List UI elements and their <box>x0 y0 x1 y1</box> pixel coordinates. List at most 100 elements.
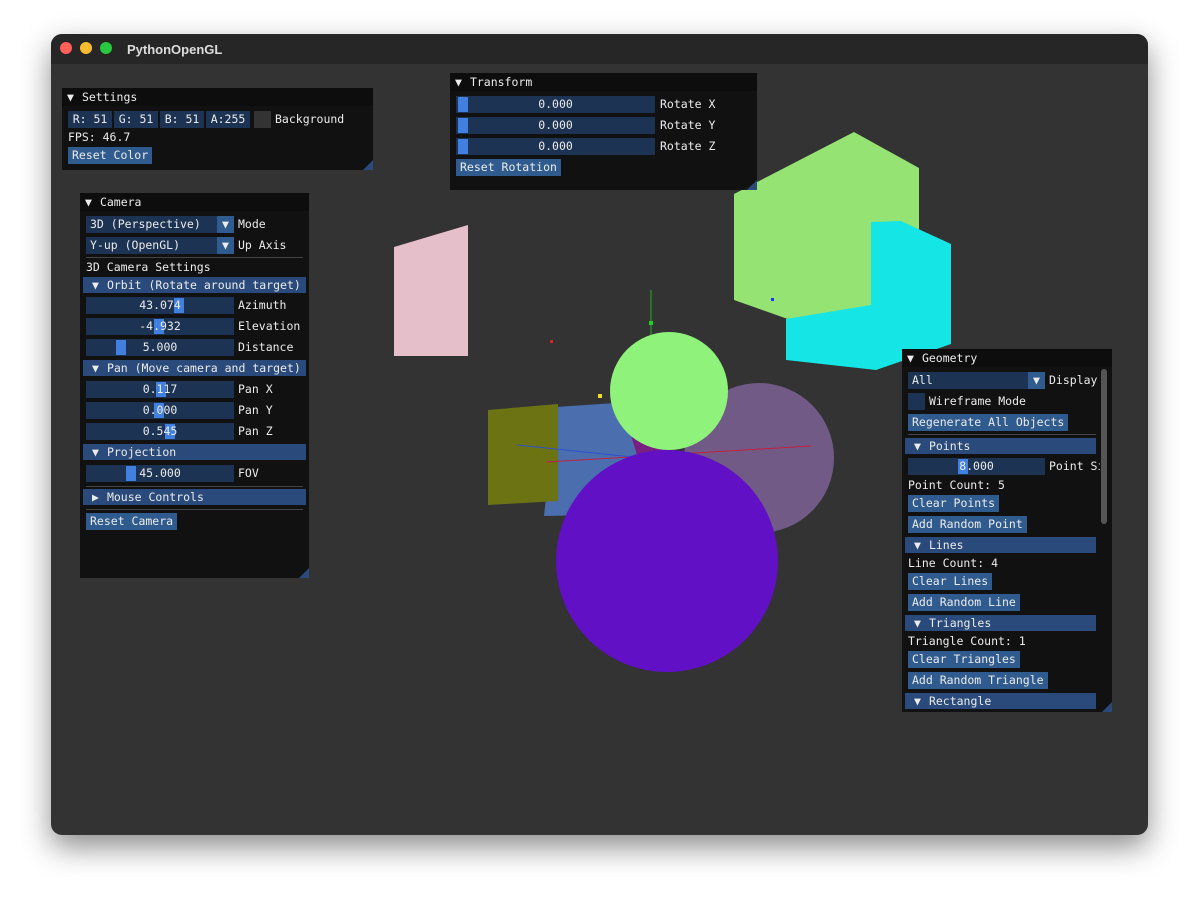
collapse-arrow-icon: ▼ <box>907 351 914 365</box>
elevation-label: Elevation <box>238 319 301 333</box>
green-channel-field[interactable]: G: 51 <box>114 111 158 128</box>
clear-lines-button[interactable]: Clear Lines <box>908 573 993 590</box>
lines-section-header[interactable]: ▼ Lines <box>905 537 1096 553</box>
mode-label: Mode <box>238 217 266 231</box>
camera-panel-title[interactable]: ▼ Camera <box>80 193 309 211</box>
separator <box>86 486 303 487</box>
up-axis-label: Up Axis <box>238 238 287 252</box>
collapse-arrow-icon: ▼ <box>92 278 99 292</box>
triangle-count-text: Triangle Count: 1 <box>908 634 1026 648</box>
rotate-z-label: Rotate Z <box>660 139 716 153</box>
collapse-arrow-icon: ▼ <box>92 445 99 459</box>
rotate-y-slider[interactable]: 0.000 <box>456 117 655 134</box>
settings-panel: ▼ Settings R: 51 G: 51 B: 51 A:255 Backgr… <box>62 88 373 170</box>
background-color-swatch[interactable] <box>254 111 271 128</box>
point-blue <box>771 298 774 301</box>
point-red <box>550 340 553 343</box>
wireframe-label: Wireframe Mode <box>929 394 1026 408</box>
orbit-section-header[interactable]: ▼ Orbit (Rotate around target) <box>83 277 306 293</box>
rotate-x-slider[interactable]: 0.000 <box>456 96 655 113</box>
fov-slider[interactable]: 45.000 <box>86 465 234 482</box>
title-bar: PythonOpenGL <box>51 34 1148 64</box>
resize-grip[interactable] <box>363 160 373 170</box>
dropdown-arrow-icon[interactable]: ▼ <box>1028 372 1045 389</box>
point-yellow <box>598 394 602 398</box>
triangles-section-header[interactable]: ▼ Triangles <box>905 615 1096 631</box>
rotate-y-label: Rotate Y <box>660 118 716 132</box>
fps-readout: FPS: 46.7 <box>68 130 131 144</box>
collapse-arrow-icon: ▼ <box>67 90 74 104</box>
pan-x-slider[interactable]: 0.117 <box>86 381 234 398</box>
pink-plane <box>394 225 468 356</box>
app-window: PythonOpenGL ▼ Settings R: 51 G: 51 B: 51… <box>51 34 1148 835</box>
point-green <box>649 321 653 325</box>
geometry-panel-title[interactable]: ▼ Geometry <box>902 349 1112 367</box>
rotate-z-slider[interactable]: 0.000 <box>456 138 655 155</box>
alpha-channel-field[interactable]: A:255 <box>206 111 250 128</box>
close-window-button[interactable] <box>60 42 72 54</box>
collapse-arrow-icon: ▼ <box>914 439 921 453</box>
purple-sphere <box>556 450 778 672</box>
light-green-sphere <box>610 332 728 450</box>
rotate-x-label: Rotate X <box>660 97 716 111</box>
pan-section-header[interactable]: ▼ Pan (Move camera and target) <box>83 360 306 376</box>
geometry-scrollbar[interactable] <box>1100 367 1108 712</box>
camera-mode-dropdown[interactable]: 3D (Perspective) ▼ <box>86 216 234 233</box>
point-size-label: Point Si <box>1049 459 1105 473</box>
minimize-window-button[interactable] <box>80 42 92 54</box>
separator <box>908 434 1096 435</box>
red-channel-field[interactable]: R: 51 <box>68 111 112 128</box>
add-random-triangle-button[interactable]: Add Random Triangle <box>908 672 1048 689</box>
point-count-text: Point Count: 5 <box>908 478 1005 492</box>
fov-label: FOV <box>238 466 259 480</box>
display-label: Display <box>1049 373 1098 387</box>
expand-arrow-icon: ▶ <box>92 490 99 504</box>
resize-grip[interactable] <box>299 568 309 578</box>
dropdown-arrow-icon[interactable]: ▼ <box>217 216 234 233</box>
geometry-panel: ▼ Geometry All ▼ Display Wireframe Mode R… <box>902 349 1112 712</box>
add-random-point-button[interactable]: Add Random Point <box>908 516 1027 533</box>
display-dropdown[interactable]: All ▼ <box>908 372 1045 389</box>
point-size-slider[interactable]: 8.000 <box>908 458 1045 475</box>
collapse-arrow-icon: ▼ <box>455 75 462 89</box>
elevation-slider[interactable]: -4.932 <box>86 318 234 335</box>
wireframe-checkbox[interactable] <box>908 393 925 410</box>
reset-camera-button[interactable]: Reset Camera <box>86 513 178 530</box>
collapse-arrow-icon: ▼ <box>914 538 921 552</box>
separator <box>86 257 303 258</box>
zoom-window-button[interactable] <box>100 42 112 54</box>
reset-color-button[interactable]: Reset Color <box>68 147 153 164</box>
background-label: Background <box>275 112 345 126</box>
settings-panel-title[interactable]: ▼ Settings <box>62 88 373 106</box>
pan-z-slider[interactable]: 0.545 <box>86 423 234 440</box>
pan-z-label: Pan Z <box>238 424 273 438</box>
mouse-controls-header[interactable]: ▶ Mouse Controls <box>83 489 306 505</box>
transform-panel: ▼ Transform 0.000 Rotate X 0.000 Rotate Y… <box>450 73 757 190</box>
scrollbar-thumb[interactable] <box>1101 369 1107 524</box>
resize-grip[interactable] <box>1102 702 1112 712</box>
rectangle-section-header[interactable]: ▼ Rectangle <box>905 693 1096 709</box>
regenerate-all-button[interactable]: Regenerate All Objects <box>908 414 1069 431</box>
collapse-arrow-icon: ▼ <box>85 195 92 209</box>
olive-plane <box>488 404 558 505</box>
blue-channel-field[interactable]: B: 51 <box>160 111 204 128</box>
points-section-header[interactable]: ▼ Points <box>905 438 1096 454</box>
pan-x-label: Pan X <box>238 382 273 396</box>
clear-triangles-button[interactable]: Clear Triangles <box>908 651 1020 668</box>
resize-grip[interactable] <box>747 180 757 190</box>
clear-points-button[interactable]: Clear Points <box>908 495 1000 512</box>
distance-slider[interactable]: 5.000 <box>86 339 234 356</box>
collapse-arrow-icon: ▼ <box>914 616 921 630</box>
dropdown-arrow-icon[interactable]: ▼ <box>217 237 234 254</box>
transform-panel-title[interactable]: ▼ Transform <box>450 73 757 91</box>
add-random-line-button[interactable]: Add Random Line <box>908 594 1020 611</box>
pan-y-slider[interactable]: 0.000 <box>86 402 234 419</box>
azimuth-slider[interactable]: 43.074 <box>86 297 234 314</box>
window-title: PythonOpenGL <box>127 42 223 57</box>
azimuth-label: Azimuth <box>238 298 287 312</box>
separator <box>86 509 303 510</box>
reset-rotation-button[interactable]: Reset Rotation <box>456 159 561 176</box>
projection-section-header[interactable]: ▼ Projection <box>83 444 306 460</box>
up-axis-dropdown[interactable]: Y-up (OpenGL) ▼ <box>86 237 234 254</box>
distance-label: Distance <box>238 340 294 354</box>
